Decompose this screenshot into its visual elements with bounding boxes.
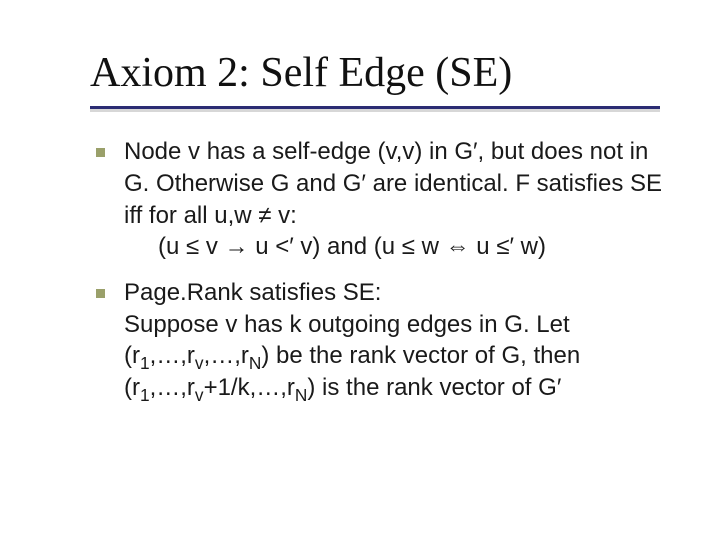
subscript: v xyxy=(195,385,204,405)
t: (r xyxy=(124,374,140,401)
t: +1/k,…,r xyxy=(204,374,295,401)
bullet-list: Node v has a self-edge (v,v) in G′, but … xyxy=(90,136,670,403)
leq-icon: ≤ xyxy=(402,233,415,260)
t: (r xyxy=(124,342,140,369)
bullet-text: Suppose v has k outgoing edges in G. Let xyxy=(124,311,570,338)
bullet-formula: (r1,…,rv+1/k,…,rN) is the rank vector of… xyxy=(124,374,561,401)
iff-icon: ⇔ xyxy=(446,233,470,260)
subscript: N xyxy=(249,353,261,373)
page-title: Axiom 2: Self Edge (SE) xyxy=(90,50,670,96)
leq-icon: ≤ xyxy=(496,233,509,260)
subscript: v xyxy=(195,353,204,373)
list-item: Page.Rank satisfies SE: Suppose v has k … xyxy=(90,277,670,404)
subscript: N xyxy=(295,385,307,405)
bullet-text: Node v has a self-edge (v,v) in G′, but … xyxy=(124,138,662,228)
t: ,…,r xyxy=(150,374,195,401)
bullet-text: Page.Rank satisfies SE: xyxy=(124,279,381,306)
arrow-right-icon: → xyxy=(225,233,249,260)
t: ,…,r xyxy=(150,342,195,369)
bullet-formula: (u ≤ v → u <′ v) and (u ≤ w ⇔ u ≤′ w) xyxy=(124,231,670,263)
slide: Axiom 2: Self Edge (SE) Node v has a sel… xyxy=(0,0,720,540)
list-item: Node v has a self-edge (v,v) in G′, but … xyxy=(90,136,670,263)
t: ′ w) xyxy=(509,233,546,260)
bullet-formula: (r1,…,rv,…,rN) be the rank vector of G, … xyxy=(124,342,580,369)
t: u <′ v) and (u xyxy=(249,233,402,260)
t: v xyxy=(199,233,224,260)
t: ) is the rank vector of G′ xyxy=(307,374,561,401)
t: u xyxy=(470,233,497,260)
t: w xyxy=(415,233,446,260)
leq-icon: ≤ xyxy=(186,233,199,260)
divider-shadow xyxy=(90,109,660,112)
t: ,…,r xyxy=(204,342,249,369)
subscript: 1 xyxy=(140,353,150,373)
subscript: 1 xyxy=(140,385,150,405)
t: ) be the rank vector of G, then xyxy=(261,342,580,369)
t: (u xyxy=(158,233,186,260)
